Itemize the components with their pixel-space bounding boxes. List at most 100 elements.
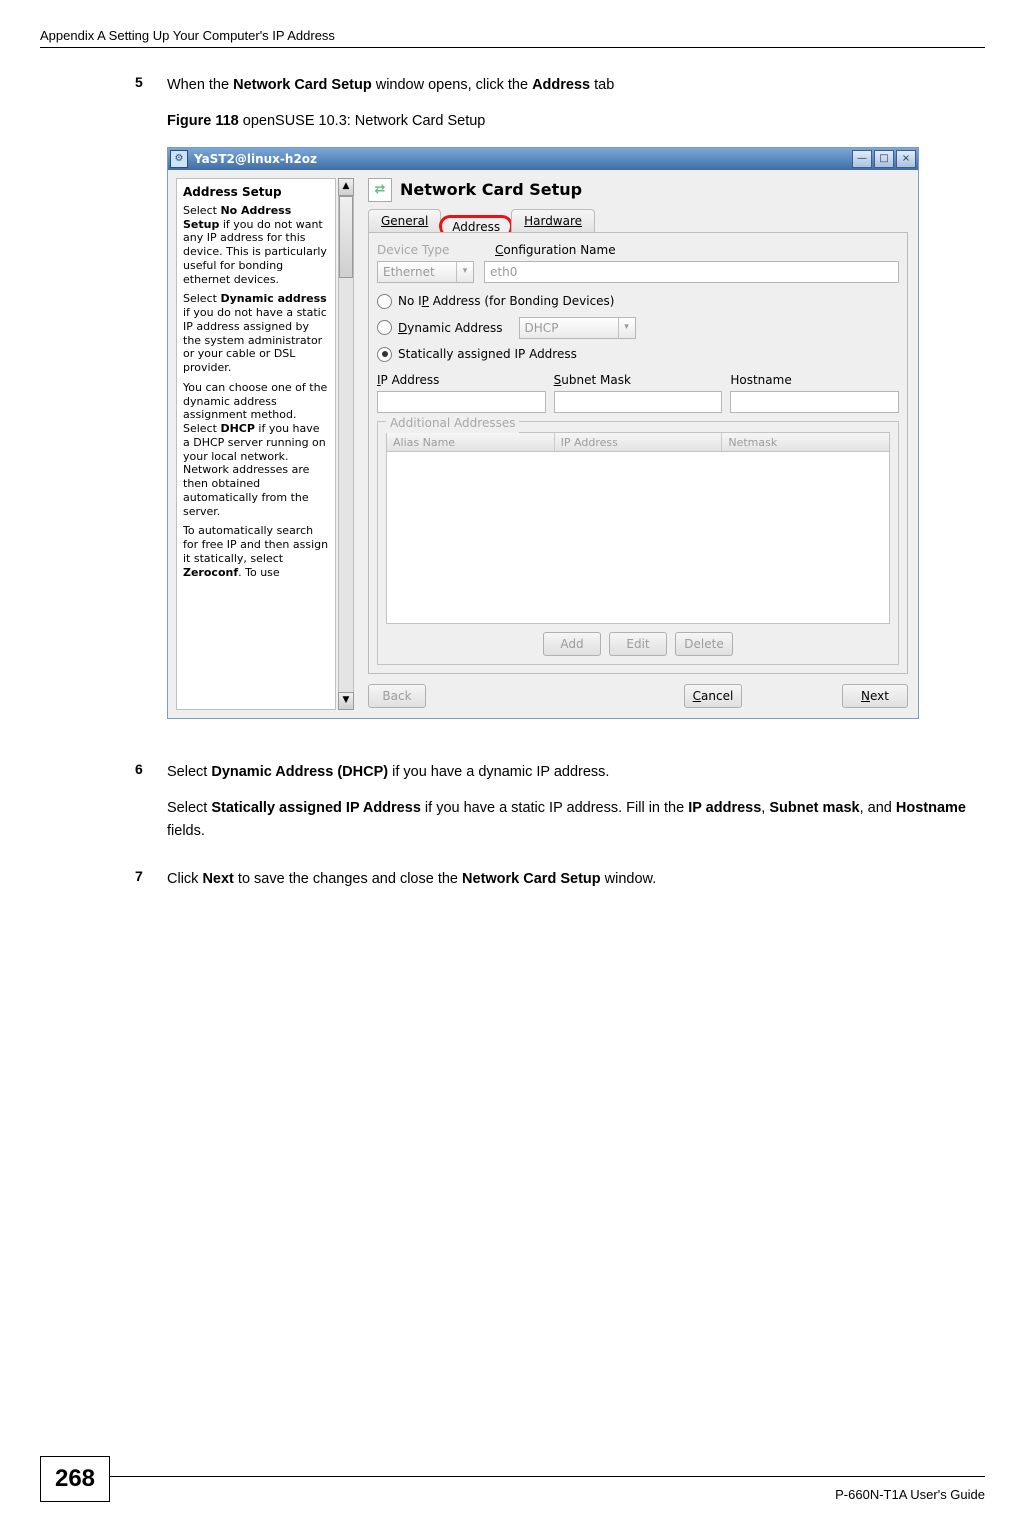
- step-5-text: When the Network Card Setup window opens…: [167, 74, 981, 96]
- s6-l2-b4: Hostname: [896, 800, 966, 816]
- help-pane: Address Setup Select No Address Setup if…: [168, 170, 358, 718]
- dynamic-method-combo: DHCP ▾: [519, 317, 636, 339]
- help-p3-post: if you have a DHCP server running on you…: [183, 422, 326, 518]
- addresses-list-body[interactable]: [386, 452, 890, 624]
- step-5-post: tab: [590, 77, 614, 93]
- next-button[interactable]: Next: [842, 684, 908, 708]
- config-name-value: eth0: [490, 263, 517, 282]
- step-5-num: 5: [135, 74, 167, 749]
- subnet-mask-label: Subnet Mask: [554, 371, 723, 390]
- maximize-button[interactable]: □: [874, 150, 894, 168]
- step-7-text: Click Next to save the changes and close…: [167, 868, 981, 890]
- hostname-label: Hostname: [730, 371, 899, 390]
- dynamic-method-value: DHCP: [525, 319, 618, 338]
- delete-button: Delete: [675, 632, 733, 656]
- titlebar[interactable]: ⚙ YaST2@linux-h2oz — □ ×: [168, 148, 918, 170]
- step-5-pre: When the: [167, 77, 233, 93]
- tabs: General Address Hardware: [368, 209, 908, 233]
- back-button: Back: [368, 684, 426, 708]
- yast-icon: ⚙: [170, 150, 188, 168]
- page-footer: 268 P-660N-T1A User's Guide: [40, 1476, 985, 1502]
- col-ip: IP Address: [555, 433, 723, 451]
- guide-name: P-660N-T1A User's Guide: [835, 1487, 985, 1502]
- figure-label: Figure 118 openSUSE 10.3: Network Card S…: [167, 110, 981, 132]
- step-6-num: 6: [135, 761, 167, 856]
- tab-hardware[interactable]: Hardware: [511, 209, 595, 233]
- s6-l1-post: if you have a dynamic IP address.: [388, 764, 609, 780]
- s6-l2-b1: Statically assigned IP Address: [211, 800, 421, 816]
- minimize-button[interactable]: —: [852, 150, 872, 168]
- step-5-bold2: Address: [532, 77, 590, 93]
- chevron-down-icon: ▾: [618, 318, 635, 338]
- cancel-button[interactable]: Cancel: [684, 684, 742, 708]
- help-p1-pre: Select: [183, 204, 220, 217]
- edit-button: Edit: [609, 632, 667, 656]
- help-title: Address Setup: [183, 185, 329, 200]
- s7-post: window.: [601, 871, 657, 887]
- help-scrollbar[interactable]: ▲ ▼: [338, 178, 354, 710]
- radio-dynamic[interactable]: Dynamic Address DHCP ▾: [377, 317, 899, 339]
- screenshot-window: ⚙ YaST2@linux-h2oz — □ × Address Setup: [167, 147, 919, 719]
- radio-no-ip-label: No IP Address (for Bonding Devices): [398, 292, 614, 311]
- s7-b2: Network Card Setup: [462, 871, 601, 887]
- tab-general[interactable]: General: [368, 209, 441, 233]
- radio-static[interactable]: Statically assigned IP Address: [377, 345, 899, 364]
- radio-no-ip[interactable]: No IP Address (for Bonding Devices) No I…: [377, 292, 899, 311]
- tab-hardware-label: Hardware: [524, 212, 582, 231]
- col-netmask: Netmask: [722, 433, 889, 451]
- config-name-label: CConfiguration Nameonfiguration Name: [495, 241, 616, 260]
- s6-l2-b3: Subnet mask: [769, 800, 859, 816]
- hostname-field[interactable]: [730, 391, 899, 413]
- s6-l2-mid: if you have a static IP address. Fill in…: [421, 800, 688, 816]
- scroll-up-icon[interactable]: ▲: [338, 178, 354, 196]
- radio-static-label: Statically assigned IP Address: [398, 345, 577, 364]
- chevron-down-icon: ▾: [456, 262, 473, 282]
- page-number: 268: [40, 1456, 110, 1502]
- config-name-field: eth0: [484, 261, 899, 283]
- scroll-track[interactable]: [338, 196, 354, 692]
- scroll-down-icon[interactable]: ▼: [338, 692, 354, 710]
- s6-l2-b2: IP address: [688, 800, 761, 816]
- ip-address-field[interactable]: [377, 391, 546, 413]
- s6-l1-bold: Dynamic Address (DHCP): [211, 764, 388, 780]
- subnet-mask-field[interactable]: [554, 391, 723, 413]
- additional-addresses-group: Additional Addresses Alias Name IP Addre…: [377, 421, 899, 665]
- close-button[interactable]: ×: [896, 150, 916, 168]
- s6-l2-pre: Select: [167, 800, 211, 816]
- step-5-bold1: Network Card Setup: [233, 77, 372, 93]
- s7-mid: to save the changes and close the: [234, 871, 462, 887]
- s7-pre: Click: [167, 871, 202, 887]
- groupbox-title: Additional Addresses: [386, 414, 519, 433]
- help-p4-pre: To automatically search for free IP and …: [183, 524, 328, 565]
- help-p4-bold: Zeroconf: [183, 566, 238, 579]
- device-type-label: Device Type: [377, 241, 467, 260]
- help-p3-bold: DHCP: [220, 422, 254, 435]
- step-6-line2: Select Statically assigned IP Address if…: [167, 797, 981, 842]
- radio-selected-icon: [377, 347, 392, 362]
- add-button: Add: [543, 632, 601, 656]
- appendix-header: Appendix A Setting Up Your Computer's IP…: [40, 28, 985, 48]
- device-type-value: Ethernet: [383, 263, 456, 282]
- radio-icon: [377, 320, 392, 335]
- tab-general-label: General: [381, 212, 428, 231]
- window-title: YaST2@linux-h2oz: [194, 150, 852, 169]
- help-text: Address Setup Select No Address Setup if…: [176, 178, 336, 710]
- pane-title-text: Network Card Setup: [400, 178, 582, 203]
- figure-label-post: openSUSE 10.3: Network Card Setup: [239, 113, 486, 129]
- main-pane: ⇄ Network Card Setup General Address: [358, 170, 918, 718]
- help-p2-pre: Select: [183, 292, 220, 305]
- scroll-thumb[interactable]: [339, 196, 353, 278]
- radio-dynamic-label: Dynamic Address: [398, 319, 503, 338]
- help-p2-post: if you do not have a static IP address a…: [183, 306, 327, 374]
- figure-label-pre: Figure 118: [167, 113, 239, 129]
- help-p2-bold: Dynamic address: [220, 292, 326, 305]
- network-card-icon: ⇄: [368, 178, 392, 202]
- s7-b1: Next: [202, 871, 233, 887]
- s6-l1-pre: Select: [167, 764, 211, 780]
- radio-icon: [377, 294, 392, 309]
- help-p4-post: . To use: [238, 566, 280, 579]
- step-6-line1: Select Dynamic Address (DHCP) if you hav…: [167, 761, 981, 783]
- step-7-num: 7: [135, 868, 167, 904]
- wizard-buttons: Back Cancel Cancel Next Next: [368, 684, 908, 708]
- ip-address-label: IP Address: [377, 371, 546, 390]
